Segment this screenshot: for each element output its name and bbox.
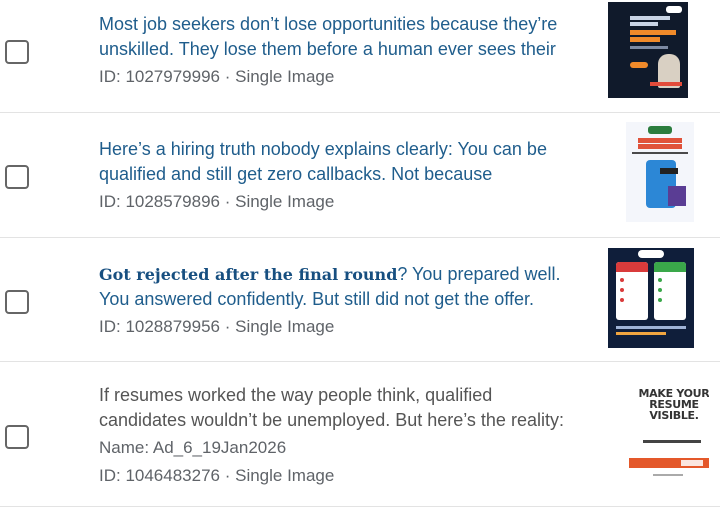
list-item[interactable]: Most job seekers don’t lose opportunitie… bbox=[0, 0, 720, 113]
ad-title-line[interactable]: Here’s a hiring truth nobody explains cl… bbox=[99, 137, 579, 162]
thumbnail-text: MAKE YOUR RESUME VISIBLE. bbox=[638, 387, 709, 422]
ad-id: ID: 1046483276 · Single Image bbox=[99, 466, 335, 485]
ad-thumbnail-image[interactable] bbox=[626, 122, 694, 222]
ad-title-line[interactable]: Got rejected after the final round? You … bbox=[99, 262, 579, 287]
ad-id: ID: 1028579896 · Single Image bbox=[99, 192, 335, 211]
ad-id: ID: 1028879956 · Single Image bbox=[99, 317, 335, 336]
list-item[interactable]: Got rejected after the final round? You … bbox=[0, 238, 720, 362]
select-checkbox[interactable] bbox=[5, 425, 29, 449]
ad-title-line[interactable]: You answered confidently. But still did … bbox=[99, 287, 579, 312]
item-text: If resumes worked the way people think, … bbox=[99, 383, 579, 488]
ad-title-line[interactable]: candidates wouldn’t be unemployed. But h… bbox=[99, 408, 579, 433]
select-checkbox[interactable] bbox=[5, 290, 29, 314]
select-checkbox[interactable] bbox=[5, 165, 29, 189]
list-item[interactable]: Here’s a hiring truth nobody explains cl… bbox=[0, 113, 720, 238]
ad-title-line[interactable]: unskilled. They lose them before a human… bbox=[99, 37, 579, 62]
item-text: Got rejected after the final round? You … bbox=[99, 262, 579, 339]
ad-list: Most job seekers don’t lose opportunitie… bbox=[0, 0, 720, 525]
ad-name: Name: Ad_6_19Jan2026 bbox=[99, 438, 287, 457]
ad-title-line[interactable]: qualified and still get zero callbacks. … bbox=[99, 162, 579, 187]
ad-title-rest: ? You prepared well. bbox=[397, 264, 561, 284]
list-item[interactable]: If resumes worked the way people think, … bbox=[0, 362, 720, 507]
ad-thumbnail-image[interactable] bbox=[608, 2, 688, 98]
ad-id: ID: 1027979996 · Single Image bbox=[99, 67, 335, 86]
item-text: Most job seekers don’t lose opportunitie… bbox=[99, 12, 579, 89]
ad-title-line[interactable]: If resumes worked the way people think, … bbox=[99, 383, 579, 408]
item-text: Here’s a hiring truth nobody explains cl… bbox=[99, 137, 579, 214]
ad-title-line[interactable]: Most job seekers don’t lose opportunitie… bbox=[99, 12, 579, 37]
ad-title-bold: Got rejected after the final round bbox=[99, 265, 398, 284]
ad-thumbnail-image[interactable] bbox=[608, 248, 694, 348]
ad-thumbnail-image[interactable]: MAKE YOUR RESUME VISIBLE. bbox=[629, 382, 709, 482]
select-checkbox[interactable] bbox=[5, 40, 29, 64]
